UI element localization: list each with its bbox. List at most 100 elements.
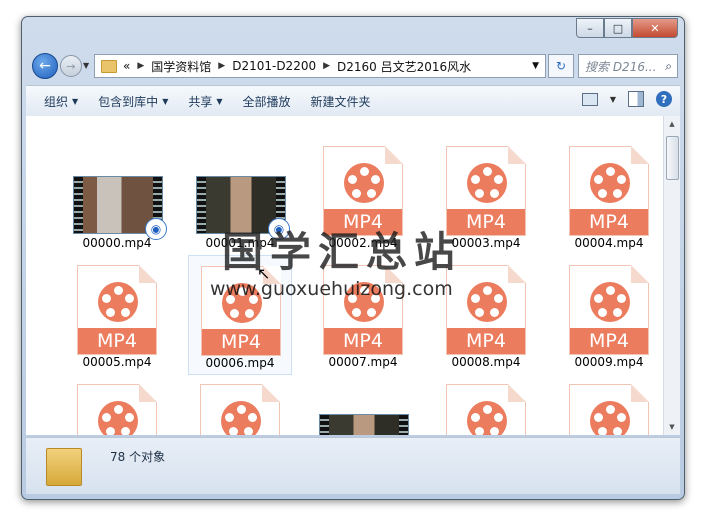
file-item[interactable] [311,374,415,435]
page-fold [139,384,157,402]
file-name: 00006.mp4 [205,356,275,370]
address-dropdown-icon[interactable]: ▼ [532,61,539,71]
back-button[interactable]: ← [32,53,58,79]
reel-hole [249,295,258,304]
reel-hole [475,189,484,198]
file-name: 00008.mp4 [451,355,521,369]
page-fold [385,265,403,283]
forward-button[interactable]: → [60,55,82,77]
folder-icon [46,448,82,486]
film-reel-icon [344,163,384,203]
organize-label: 组织 [44,94,69,109]
file-item[interactable]: MP4 00006.mp4 [188,255,292,375]
file-item[interactable]: MP4 [65,374,169,435]
file-item[interactable]: ◉ 00000.mp4 [65,136,169,256]
recent-pages-dropdown-icon[interactable]: ▼ [83,61,89,70]
file-name: 00001.mp4 [205,236,275,250]
scrollbar-thumb[interactable] [666,136,679,180]
refresh-button[interactable]: ↻ [548,54,574,78]
reel-hole [475,427,484,435]
mp4-file-icon: MP4 [446,384,526,435]
file-item[interactable]: MP4 [434,374,538,435]
file-item[interactable]: MP4 00008.mp4 [434,255,538,375]
file-item[interactable]: MP4 00003.mp4 [434,136,538,256]
include-in-library-menu[interactable]: 包含到库中 ▼ [98,93,168,110]
file-item[interactable]: MP4 00007.mp4 [311,255,415,375]
file-item[interactable]: MP4 00002.mp4 [311,136,415,256]
reel-hole [230,309,239,318]
vertical-scrollbar[interactable]: ▲ ▼ [663,116,680,435]
breadcrumb-overflow[interactable]: « [123,59,130,73]
breadcrumb-item[interactable]: D2101-D2200 [232,59,316,73]
mp4-label: MP4 [324,328,402,354]
film-reel-icon [98,401,138,435]
reel-hole [482,167,492,176]
reel-hole [482,286,492,295]
view-options-dropdown-icon[interactable]: ▼ [610,95,616,104]
search-box[interactable]: 搜索 D216... ⌕ [578,54,678,78]
minimize-button[interactable]: – [576,18,604,38]
reel-hole [494,413,503,422]
reel-hole [125,294,134,303]
film-reel-icon [590,163,630,203]
address-bar[interactable]: « ▶ 国学资料馆 ▶ D2101-D2200 ▶ D2160 吕文艺2016风… [94,54,546,78]
close-button[interactable]: ✕ [632,18,678,38]
mp4-file-icon: MP4 [569,265,649,355]
maximize-button[interactable]: □ [604,18,632,38]
file-item[interactable]: MP4 00004.mp4 [557,136,661,256]
breadcrumb-item[interactable]: D2160 吕文艺2016风水 [337,58,471,75]
mp4-label: MP4 [570,328,648,354]
file-name: 00009.mp4 [574,355,644,369]
new-folder-button[interactable]: 新建文件夹 [311,93,371,110]
page-fold [385,146,403,164]
file-item[interactable]: ◉ 00001.mp4 [188,136,292,256]
reel-hole [598,427,607,435]
file-item[interactable]: MP4 00009.mp4 [557,255,661,375]
reel-hole [605,167,615,176]
file-item[interactable]: MP4 00005.mp4 [65,255,169,375]
details-pane: 78 个对象 [26,437,680,494]
mp4-label: MP4 [78,328,156,354]
video-frame [329,415,399,435]
change-view-icon[interactable] [581,92,598,106]
reel-hole [494,175,503,184]
reel-hole [482,405,492,414]
reel-hole [494,294,503,303]
file-item[interactable]: MP4 [188,374,292,435]
organize-menu[interactable]: 组织 ▼ [44,93,78,110]
film-reel-icon [98,282,138,322]
reel-hole [359,286,369,295]
scroll-up-icon[interactable]: ▲ [664,116,680,132]
reel-hole [490,308,499,317]
search-icon[interactable]: ⌕ [665,59,672,74]
file-name: 00003.mp4 [451,236,521,250]
file-view[interactable]: ▲ ▼ ◉ 00000.mp4 ◉ 00001.mp4 MP4 00002.mp4 MP4 0… [26,116,680,435]
toolbar-right-group: ▼ ? [581,91,672,107]
reel-hole [490,427,499,435]
reel-hole [594,175,603,184]
preview-pane-icon[interactable] [628,91,644,107]
reel-hole [371,294,380,303]
reel-hole [605,286,615,295]
search-input[interactable]: 搜索 D216... [585,58,665,75]
reel-hole [598,189,607,198]
breadcrumb-arrow-icon[interactable]: ▶ [137,61,144,71]
mp4-file-icon: MP4 [446,265,526,355]
file-item[interactable]: MP4 [557,374,661,435]
breadcrumb-arrow-icon[interactable]: ▶ [218,61,225,71]
reel-hole [348,294,357,303]
reel-hole [125,413,134,422]
reel-hole [367,189,376,198]
reel-hole [352,189,361,198]
mp4-file-icon: MP4 [569,146,649,236]
page-fold [508,384,526,402]
play-all-button[interactable]: 全部播放 [243,93,291,110]
share-menu[interactable]: 共享 ▼ [188,93,222,110]
scroll-down-icon[interactable]: ▼ [664,419,680,435]
mp4-file-icon: MP4 [323,265,403,355]
breadcrumb-arrow-icon[interactable]: ▶ [323,61,330,71]
breadcrumb-item[interactable]: 国学资料馆 [151,58,211,75]
help-icon[interactable]: ? [656,91,672,107]
reel-hole [613,189,622,198]
mp4-label: MP4 [447,209,525,235]
